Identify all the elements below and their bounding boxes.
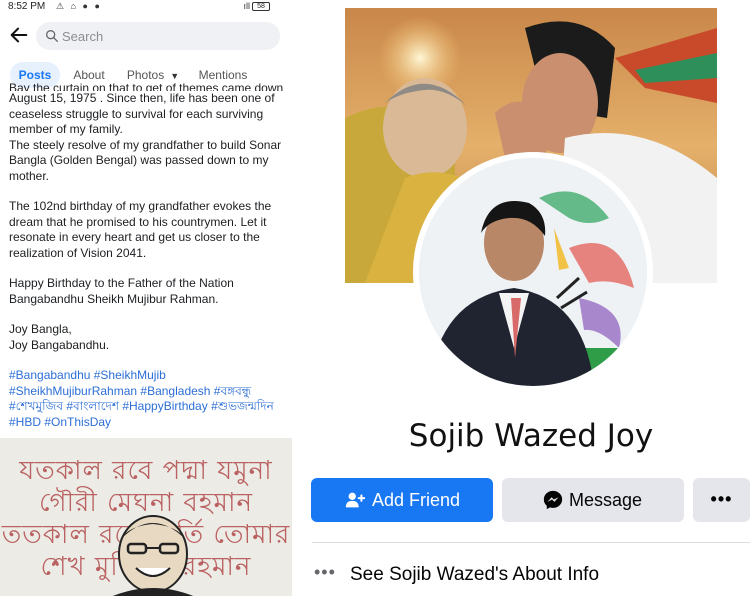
search-icon [46, 29, 58, 42]
add-friend-icon [345, 492, 366, 508]
post-paragraph-4: Happy Birthday to the Father of the Nati… [9, 276, 234, 306]
post-paragraph-1: August 15, 1975 . Since then, life has b… [9, 91, 275, 136]
more-icon: ••• [710, 489, 733, 509]
back-arrow-icon[interactable] [8, 24, 30, 46]
messenger-icon [543, 490, 563, 510]
battery-icon: 58 [252, 2, 270, 11]
profile-avatar[interactable] [413, 152, 653, 392]
about-info-row[interactable]: ••• See Sojib Wazed's About Info [312, 562, 750, 588]
mobile-post-panel: 8:52 PM ⚠ ⌂ ● ● ıll 58 Posts About [0, 0, 292, 596]
avatar-illustration [419, 158, 647, 386]
divider [312, 542, 750, 543]
status-time: 8:52 PM [8, 1, 46, 12]
post-body: Bay the curtain on that to get of themes… [9, 81, 287, 430]
portrait-illustration [112, 515, 194, 596]
more-options-button[interactable]: ••• [693, 478, 750, 522]
add-friend-label: Add Friend [372, 490, 461, 510]
tab-about-label: About [73, 68, 105, 82]
tab-photos-label: Photos [126, 68, 165, 82]
notification-icons: ⚠ ⌂ ● ● [56, 1, 102, 11]
post-paragraph-5: Joy Bangla, Joy Bangabandhu. [9, 322, 110, 352]
post-paragraph-2: The steely resolve of my grandfather to … [9, 137, 282, 183]
screenshot-root: 8:52 PM ⚠ ⌂ ● ● ıll 58 Posts About [0, 0, 750, 596]
search-input[interactable] [62, 27, 262, 45]
about-info-label: See Sojib Wazed's About Info [350, 564, 600, 585]
post-hashtags[interactable]: #Bangabandhu #SheikhMujib #SheikhMujibur… [9, 368, 287, 430]
top-bar [0, 18, 292, 54]
profile-name: Sojib Wazed Joy [408, 418, 654, 454]
signal-icon: ıll [243, 1, 251, 11]
tab-posts-label: Posts [18, 68, 52, 82]
search-bar[interactable] [36, 22, 280, 50]
post-paragraph-3: The 102nd birthday of my grandfather evo… [9, 199, 272, 260]
message-label: Message [569, 490, 643, 510]
post-cut-line: Bay the curtain on that to get of themes… [9, 81, 284, 91]
add-friend-button[interactable]: Add Friend [311, 478, 493, 522]
post-image-artwork[interactable]: যতকাল রবে পদ্মা যমুনা গৌরী মেঘনা বহমান ত… [0, 438, 292, 596]
avatar-photo [419, 158, 647, 386]
about-dots-icon: ••• [314, 562, 336, 582]
status-bar: 8:52 PM ⚠ ⌂ ● ● ıll 58 [0, 0, 292, 14]
message-button[interactable]: Message [502, 478, 684, 522]
tab-mentions-label: Mentions [198, 68, 248, 82]
